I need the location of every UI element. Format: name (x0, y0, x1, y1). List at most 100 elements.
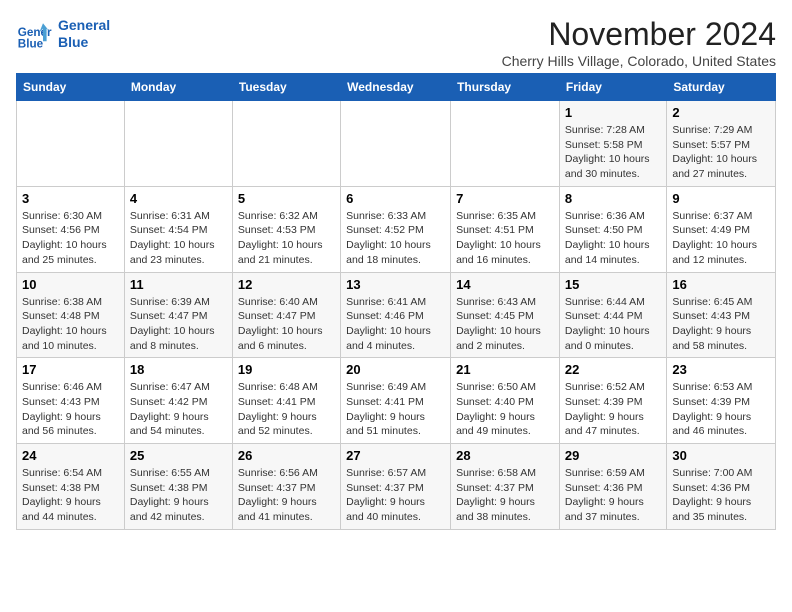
weekday-header-friday: Friday (559, 74, 666, 101)
calendar-cell: 15 Sunrise: 6:44 AM Sunset: 4:44 PM Dayli… (559, 272, 666, 358)
day-info: Sunrise: 6:53 AM Sunset: 4:39 PM Dayligh… (672, 380, 770, 439)
day-info: Sunrise: 6:49 AM Sunset: 4:41 PM Dayligh… (346, 380, 445, 439)
day-number: 20 (346, 362, 445, 377)
calendar-cell: 29Sunrise: 6:59 AM Sunset: 4:36 PM Dayli… (559, 444, 666, 530)
day-info: Sunrise: 6:48 AM Sunset: 4:41 PM Dayligh… (238, 380, 335, 439)
day-info: Sunrise: 6:43 AM Sunset: 4:45 PM Dayligh… (456, 295, 554, 354)
calendar-cell: 3 Sunrise: 6:30 AM Sunset: 4:56 PM Daylig… (17, 186, 125, 272)
calendar-cell: 30Sunrise: 7:00 AM Sunset: 4:36 PM Dayli… (667, 444, 776, 530)
day-number: 27 (346, 448, 445, 463)
calendar-cell: 9 Sunrise: 6:37 AM Sunset: 4:49 PM Daylig… (667, 186, 776, 272)
month-title: November 2024 (502, 16, 776, 53)
title-block: November 2024 Cherry Hills Village, Colo… (502, 16, 776, 69)
calendar-cell (341, 101, 451, 187)
calendar-week-row: 24 Sunrise: 6:54 AM Sunset: 4:38 PM Dayli… (17, 444, 776, 530)
day-number: 13 (346, 277, 445, 292)
calendar-cell (451, 101, 560, 187)
calendar-cell: 19 Sunrise: 6:48 AM Sunset: 4:41 PM Dayli… (232, 358, 340, 444)
day-info: Sunrise: 6:55 AM Sunset: 4:38 PM Dayligh… (130, 466, 227, 525)
day-info: Sunrise: 6:41 AM Sunset: 4:46 PM Dayligh… (346, 295, 445, 354)
day-number: 29 (565, 448, 661, 463)
calendar-cell: 6Sunrise: 6:33 AM Sunset: 4:52 PM Daylig… (341, 186, 451, 272)
day-number: 14 (456, 277, 554, 292)
calendar-cell (124, 101, 232, 187)
day-number: 4 (130, 191, 227, 206)
calendar-cell: 20 Sunrise: 6:49 AM Sunset: 4:41 PM Dayli… (341, 358, 451, 444)
calendar-cell: 13 Sunrise: 6:41 AM Sunset: 4:46 PM Dayli… (341, 272, 451, 358)
day-info: Sunrise: 6:46 AM Sunset: 4:43 PM Dayligh… (22, 380, 119, 439)
calendar-table: SundayMondayTuesdayWednesdayThursdayFrid… (16, 73, 776, 530)
calendar-cell: 1Sunrise: 7:28 AM Sunset: 5:58 PM Daylig… (559, 101, 666, 187)
day-number: 2 (672, 105, 770, 120)
day-info: Sunrise: 6:57 AM Sunset: 4:37 PM Dayligh… (346, 466, 445, 525)
day-info: Sunrise: 6:37 AM Sunset: 4:49 PM Dayligh… (672, 209, 770, 268)
day-info: Sunrise: 6:39 AM Sunset: 4:47 PM Dayligh… (130, 295, 227, 354)
logo-line2: Blue (58, 34, 110, 51)
location-subtitle: Cherry Hills Village, Colorado, United S… (502, 53, 776, 69)
day-info: Sunrise: 6:40 AM Sunset: 4:47 PM Dayligh… (238, 295, 335, 354)
calendar-cell: 22 Sunrise: 6:52 AM Sunset: 4:39 PM Dayli… (559, 358, 666, 444)
calendar-week-row: 3 Sunrise: 6:30 AM Sunset: 4:56 PM Daylig… (17, 186, 776, 272)
calendar-cell: 2Sunrise: 7:29 AM Sunset: 5:57 PM Daylig… (667, 101, 776, 187)
calendar-week-row: 10 Sunrise: 6:38 AM Sunset: 4:48 PM Dayli… (17, 272, 776, 358)
calendar-cell: 21 Sunrise: 6:50 AM Sunset: 4:40 PM Dayli… (451, 358, 560, 444)
day-info: Sunrise: 6:58 AM Sunset: 4:37 PM Dayligh… (456, 466, 554, 525)
day-number: 25 (130, 448, 227, 463)
day-number: 7 (456, 191, 554, 206)
weekday-header-wednesday: Wednesday (341, 74, 451, 101)
day-number: 15 (565, 277, 661, 292)
day-number: 17 (22, 362, 119, 377)
day-info: Sunrise: 6:50 AM Sunset: 4:40 PM Dayligh… (456, 380, 554, 439)
calendar-cell: 24 Sunrise: 6:54 AM Sunset: 4:38 PM Dayli… (17, 444, 125, 530)
day-info: Sunrise: 6:44 AM Sunset: 4:44 PM Dayligh… (565, 295, 661, 354)
day-number: 23 (672, 362, 770, 377)
day-info: Sunrise: 6:35 AM Sunset: 4:51 PM Dayligh… (456, 209, 554, 268)
calendar-cell (17, 101, 125, 187)
day-number: 11 (130, 277, 227, 292)
day-info: Sunrise: 6:36 AM Sunset: 4:50 PM Dayligh… (565, 209, 661, 268)
calendar-cell: 12 Sunrise: 6:40 AM Sunset: 4:47 PM Dayli… (232, 272, 340, 358)
calendar-cell: 16Sunrise: 6:45 AM Sunset: 4:43 PM Dayli… (667, 272, 776, 358)
calendar-cell: 18Sunrise: 6:47 AM Sunset: 4:42 PM Dayli… (124, 358, 232, 444)
calendar-cell (232, 101, 340, 187)
day-info: Sunrise: 7:28 AM Sunset: 5:58 PM Dayligh… (565, 123, 661, 182)
weekday-header-thursday: Thursday (451, 74, 560, 101)
day-info: Sunrise: 6:31 AM Sunset: 4:54 PM Dayligh… (130, 209, 227, 268)
weekday-header-tuesday: Tuesday (232, 74, 340, 101)
day-number: 8 (565, 191, 661, 206)
day-number: 9 (672, 191, 770, 206)
logo-icon: General Blue (16, 16, 52, 52)
weekday-header-sunday: Sunday (17, 74, 125, 101)
day-number: 19 (238, 362, 335, 377)
header: General Blue General Blue November 2024 … (16, 16, 776, 69)
calendar-week-row: 17 Sunrise: 6:46 AM Sunset: 4:43 PM Dayli… (17, 358, 776, 444)
day-number: 28 (456, 448, 554, 463)
day-number: 16 (672, 277, 770, 292)
calendar-cell: 8 Sunrise: 6:36 AM Sunset: 4:50 PM Daylig… (559, 186, 666, 272)
weekday-header-monday: Monday (124, 74, 232, 101)
day-info: Sunrise: 6:38 AM Sunset: 4:48 PM Dayligh… (22, 295, 119, 354)
day-info: Sunrise: 7:00 AM Sunset: 4:36 PM Dayligh… (672, 466, 770, 525)
day-number: 3 (22, 191, 119, 206)
calendar-cell: 28 Sunrise: 6:58 AM Sunset: 4:37 PM Dayli… (451, 444, 560, 530)
day-number: 22 (565, 362, 661, 377)
day-number: 10 (22, 277, 119, 292)
day-number: 21 (456, 362, 554, 377)
calendar-cell: 14 Sunrise: 6:43 AM Sunset: 4:45 PM Dayli… (451, 272, 560, 358)
day-info: Sunrise: 6:52 AM Sunset: 4:39 PM Dayligh… (565, 380, 661, 439)
day-number: 12 (238, 277, 335, 292)
calendar-cell: 27 Sunrise: 6:57 AM Sunset: 4:37 PM Dayli… (341, 444, 451, 530)
day-info: Sunrise: 6:32 AM Sunset: 4:53 PM Dayligh… (238, 209, 335, 268)
day-number: 24 (22, 448, 119, 463)
day-number: 6 (346, 191, 445, 206)
logo: General Blue General Blue (16, 16, 110, 52)
calendar-cell: 10 Sunrise: 6:38 AM Sunset: 4:48 PM Dayli… (17, 272, 125, 358)
calendar-cell: 26Sunrise: 6:56 AM Sunset: 4:37 PM Dayli… (232, 444, 340, 530)
weekday-header-row: SundayMondayTuesdayWednesdayThursdayFrid… (17, 74, 776, 101)
calendar-cell: 17 Sunrise: 6:46 AM Sunset: 4:43 PM Dayli… (17, 358, 125, 444)
day-number: 18 (130, 362, 227, 377)
calendar-cell: 11 Sunrise: 6:39 AM Sunset: 4:47 PM Dayli… (124, 272, 232, 358)
day-info: Sunrise: 6:54 AM Sunset: 4:38 PM Dayligh… (22, 466, 119, 525)
calendar-cell: 5Sunrise: 6:32 AM Sunset: 4:53 PM Daylig… (232, 186, 340, 272)
day-info: Sunrise: 6:30 AM Sunset: 4:56 PM Dayligh… (22, 209, 119, 268)
